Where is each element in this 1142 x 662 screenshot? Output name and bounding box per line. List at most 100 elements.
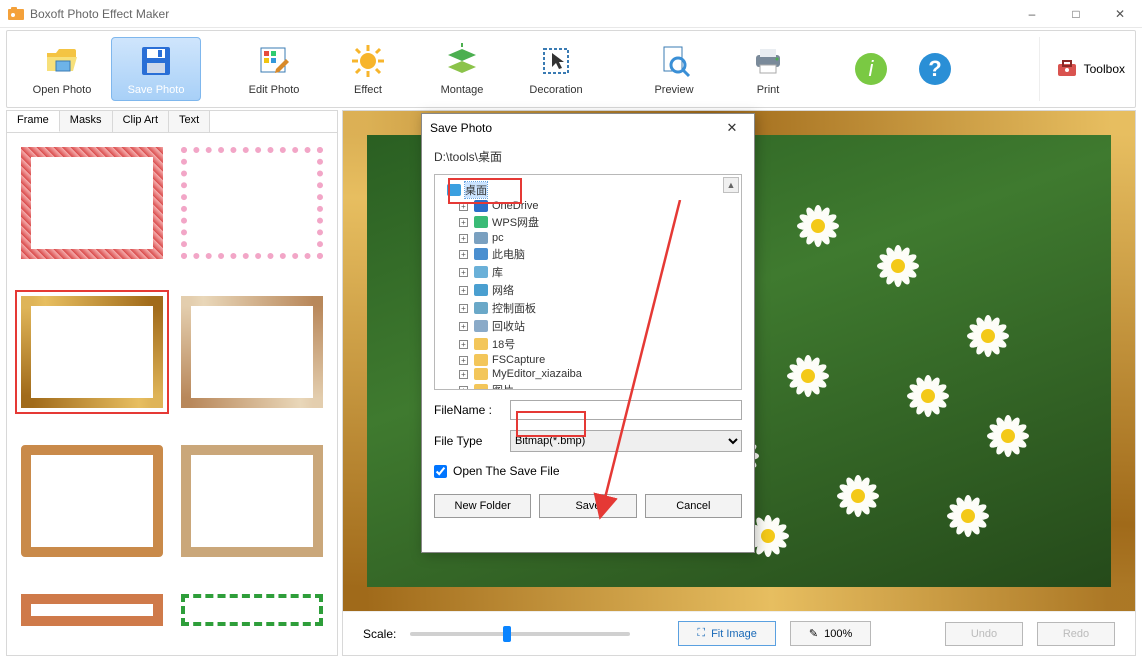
save-photo-button[interactable]: Save Photo bbox=[111, 37, 201, 101]
tree-item[interactable]: +此电脑 bbox=[439, 245, 737, 263]
tab-text[interactable]: Text bbox=[169, 111, 210, 132]
folder-icon bbox=[447, 184, 461, 196]
floppy-icon bbox=[138, 42, 174, 80]
titlebar: Boxoft Photo Effect Maker – □ ✕ bbox=[0, 0, 1142, 28]
decoration-button[interactable]: Decoration bbox=[511, 37, 601, 101]
scale-slider[interactable] bbox=[410, 632, 630, 636]
frame-thumb[interactable] bbox=[177, 292, 327, 412]
dialog-titlebar: Save Photo ✕ bbox=[422, 114, 754, 142]
redo-button[interactable]: Redo bbox=[1037, 622, 1115, 646]
frame-grid bbox=[7, 133, 337, 655]
folder-open-icon bbox=[44, 42, 80, 80]
main-toolbar: Open Photo Save Photo Edit Photo Effect … bbox=[6, 30, 1136, 108]
filetype-select[interactable]: Bitmap(*.bmp) bbox=[510, 430, 742, 452]
sun-icon bbox=[350, 42, 386, 80]
edit-photo-button[interactable]: Edit Photo bbox=[229, 37, 319, 101]
preview-label: Preview bbox=[654, 84, 693, 96]
cancel-button[interactable]: Cancel bbox=[645, 494, 742, 518]
filetype-label: File Type bbox=[434, 434, 510, 448]
cursor-frame-icon bbox=[538, 42, 574, 80]
folder-icon bbox=[474, 338, 488, 350]
scale-label: Scale: bbox=[363, 627, 396, 641]
frame-thumb[interactable] bbox=[177, 441, 327, 561]
frame-thumb[interactable] bbox=[17, 590, 167, 630]
montage-button[interactable]: Montage bbox=[417, 37, 507, 101]
tree-scroll-up[interactable]: ▲ bbox=[723, 177, 739, 193]
frame-thumb[interactable] bbox=[17, 143, 167, 263]
tree-item[interactable]: +FSCapture bbox=[439, 353, 737, 367]
frame-thumb-selected[interactable] bbox=[17, 292, 167, 412]
maximize-button[interactable]: □ bbox=[1054, 0, 1098, 28]
print-label: Print bbox=[757, 84, 780, 96]
undo-button[interactable]: Undo bbox=[945, 622, 1023, 646]
tree-item[interactable]: +图片 bbox=[439, 381, 737, 390]
tree-item[interactable]: +MyEditor_xiazaiba bbox=[439, 367, 737, 381]
tree-item[interactable]: +回收站 bbox=[439, 317, 737, 335]
filename-input[interactable] bbox=[510, 400, 742, 420]
folder-icon bbox=[474, 354, 488, 366]
folder-icon bbox=[474, 216, 488, 228]
frame-thumb[interactable] bbox=[177, 143, 327, 263]
frame-panel: Frame Masks Clip Art Text bbox=[6, 110, 338, 656]
tree-item[interactable]: +库 bbox=[439, 263, 737, 281]
tab-masks[interactable]: Masks bbox=[60, 111, 113, 132]
dialog-close-button[interactable]: ✕ bbox=[718, 116, 746, 140]
wand-icon: ✎ bbox=[809, 627, 818, 640]
tree-item[interactable]: +pc bbox=[439, 231, 737, 245]
new-folder-button[interactable]: New Folder bbox=[434, 494, 531, 518]
folder-icon bbox=[474, 384, 488, 390]
folder-icon bbox=[474, 284, 488, 296]
toolbox-label[interactable]: Toolbox bbox=[1084, 62, 1125, 76]
tree-item[interactable]: +WPS网盘 bbox=[439, 213, 737, 231]
open-save-file-checkbox[interactable] bbox=[434, 465, 447, 478]
save-button[interactable]: Save bbox=[539, 494, 636, 518]
tab-clipart[interactable]: Clip Art bbox=[113, 111, 169, 132]
folder-icon bbox=[474, 200, 488, 212]
zoom-100-button[interactable]: ✎100% bbox=[790, 621, 871, 646]
layers-icon bbox=[444, 42, 480, 80]
effect-button[interactable]: Effect bbox=[323, 37, 413, 101]
decoration-label: Decoration bbox=[529, 84, 582, 96]
edit-photo-label: Edit Photo bbox=[249, 84, 300, 96]
tree-item[interactable]: +网络 bbox=[439, 281, 737, 299]
folder-icon bbox=[474, 320, 488, 332]
help-icon: ? bbox=[917, 50, 953, 88]
printer-icon bbox=[750, 42, 786, 80]
save-photo-label: Save Photo bbox=[128, 84, 185, 96]
magnify-page-icon bbox=[656, 42, 692, 80]
folder-icon bbox=[474, 266, 488, 278]
fit-icon: ⛶ bbox=[697, 627, 705, 640]
info-button[interactable]: i bbox=[841, 37, 901, 101]
help-button[interactable]: ? bbox=[905, 37, 965, 101]
montage-label: Montage bbox=[441, 84, 484, 96]
folder-icon bbox=[474, 232, 488, 244]
folder-icon bbox=[474, 302, 488, 314]
toolbox-icon bbox=[1056, 58, 1078, 80]
tree-item[interactable]: +控制面板 bbox=[439, 299, 737, 317]
dialog-title: Save Photo bbox=[430, 121, 492, 135]
close-button[interactable]: ✕ bbox=[1098, 0, 1142, 28]
print-button[interactable]: Print bbox=[723, 37, 813, 101]
tree-item[interactable]: +18号 bbox=[439, 335, 737, 353]
open-photo-label: Open Photo bbox=[33, 84, 92, 96]
minimize-button[interactable]: – bbox=[1010, 0, 1054, 28]
tree-item[interactable]: 桌面 bbox=[439, 181, 737, 199]
frame-thumb[interactable] bbox=[177, 590, 327, 630]
current-path: D:\tools\桌面 bbox=[434, 148, 742, 166]
tab-frame[interactable]: Frame bbox=[7, 111, 60, 132]
tree-item[interactable]: +OneDrive bbox=[439, 199, 737, 213]
svg-text:?: ? bbox=[928, 56, 941, 81]
side-tabs: Frame Masks Clip Art Text bbox=[7, 111, 337, 133]
app-icon bbox=[8, 6, 24, 22]
save-photo-dialog: Save Photo ✕ D:\tools\桌面 ▲ 桌面+OneDrive+W… bbox=[421, 113, 755, 553]
preview-button[interactable]: Preview bbox=[629, 37, 719, 101]
edit-icon bbox=[256, 42, 292, 80]
open-photo-button[interactable]: Open Photo bbox=[17, 37, 107, 101]
info-icon: i bbox=[853, 50, 889, 88]
fit-image-button[interactable]: ⛶Fit Image bbox=[678, 621, 776, 646]
open-save-file-label: Open The Save File bbox=[453, 464, 560, 478]
filename-label: FileName : bbox=[434, 403, 510, 417]
app-title: Boxoft Photo Effect Maker bbox=[30, 7, 1010, 21]
folder-tree[interactable]: ▲ 桌面+OneDrive+WPS网盘+pc+此电脑+库+网络+控制面板+回收站… bbox=[434, 174, 742, 390]
frame-thumb[interactable] bbox=[17, 441, 167, 561]
